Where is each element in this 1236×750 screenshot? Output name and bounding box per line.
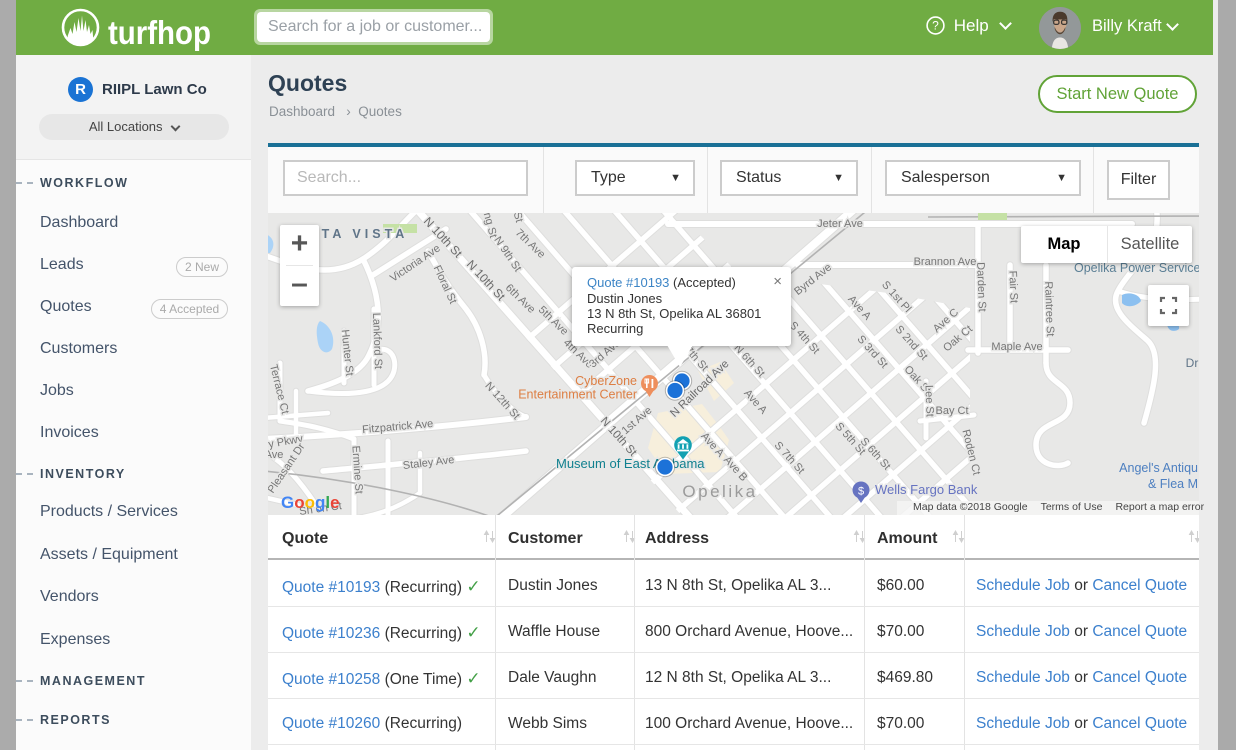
- svg-text:$: $: [858, 486, 864, 498]
- svg-text:Raintree St: Raintree St: [1042, 281, 1056, 336]
- svg-text:Lee St: Lee St: [922, 385, 935, 417]
- svg-text:turfhop: turfhop: [108, 14, 211, 51]
- svg-text:Lankford St: Lankford St: [370, 313, 384, 370]
- svg-text:bama: bama: [672, 456, 705, 471]
- svg-text:Angel's Antiqu: Angel's Antiqu: [1119, 461, 1198, 475]
- svg-text:Museum of East A: Museum of East A: [556, 456, 662, 471]
- svg-text:Bay Ct: Bay Ct: [935, 405, 968, 417]
- svg-text:Fair St: Fair St: [1006, 270, 1019, 303]
- svg-text:& Flea M: & Flea M: [1148, 477, 1198, 491]
- svg-text:Opelika Power Service: Opelika Power Service: [1074, 261, 1199, 275]
- svg-text:CyberZone: CyberZone: [575, 374, 637, 388]
- svg-text:?: ?: [932, 19, 939, 33]
- svg-text:Dr: Dr: [1186, 356, 1199, 370]
- svg-text:Wells Fargo Bank: Wells Fargo Bank: [875, 482, 978, 497]
- svg-text:TA VISTA: TA VISTA: [322, 227, 409, 241]
- svg-text:Entertainment Center: Entertainment Center: [518, 388, 637, 402]
- svg-text:Ave: Ave: [268, 449, 283, 461]
- svg-text:Maple Ave: Maple Ave: [991, 341, 1042, 353]
- svg-text:Jeter Ave: Jeter Ave: [817, 218, 863, 230]
- svg-text:Brannon Ave: Brannon Ave: [914, 256, 977, 268]
- svg-text:Darden St: Darden St: [974, 262, 988, 312]
- svg-text:Opelika: Opelika: [682, 482, 757, 501]
